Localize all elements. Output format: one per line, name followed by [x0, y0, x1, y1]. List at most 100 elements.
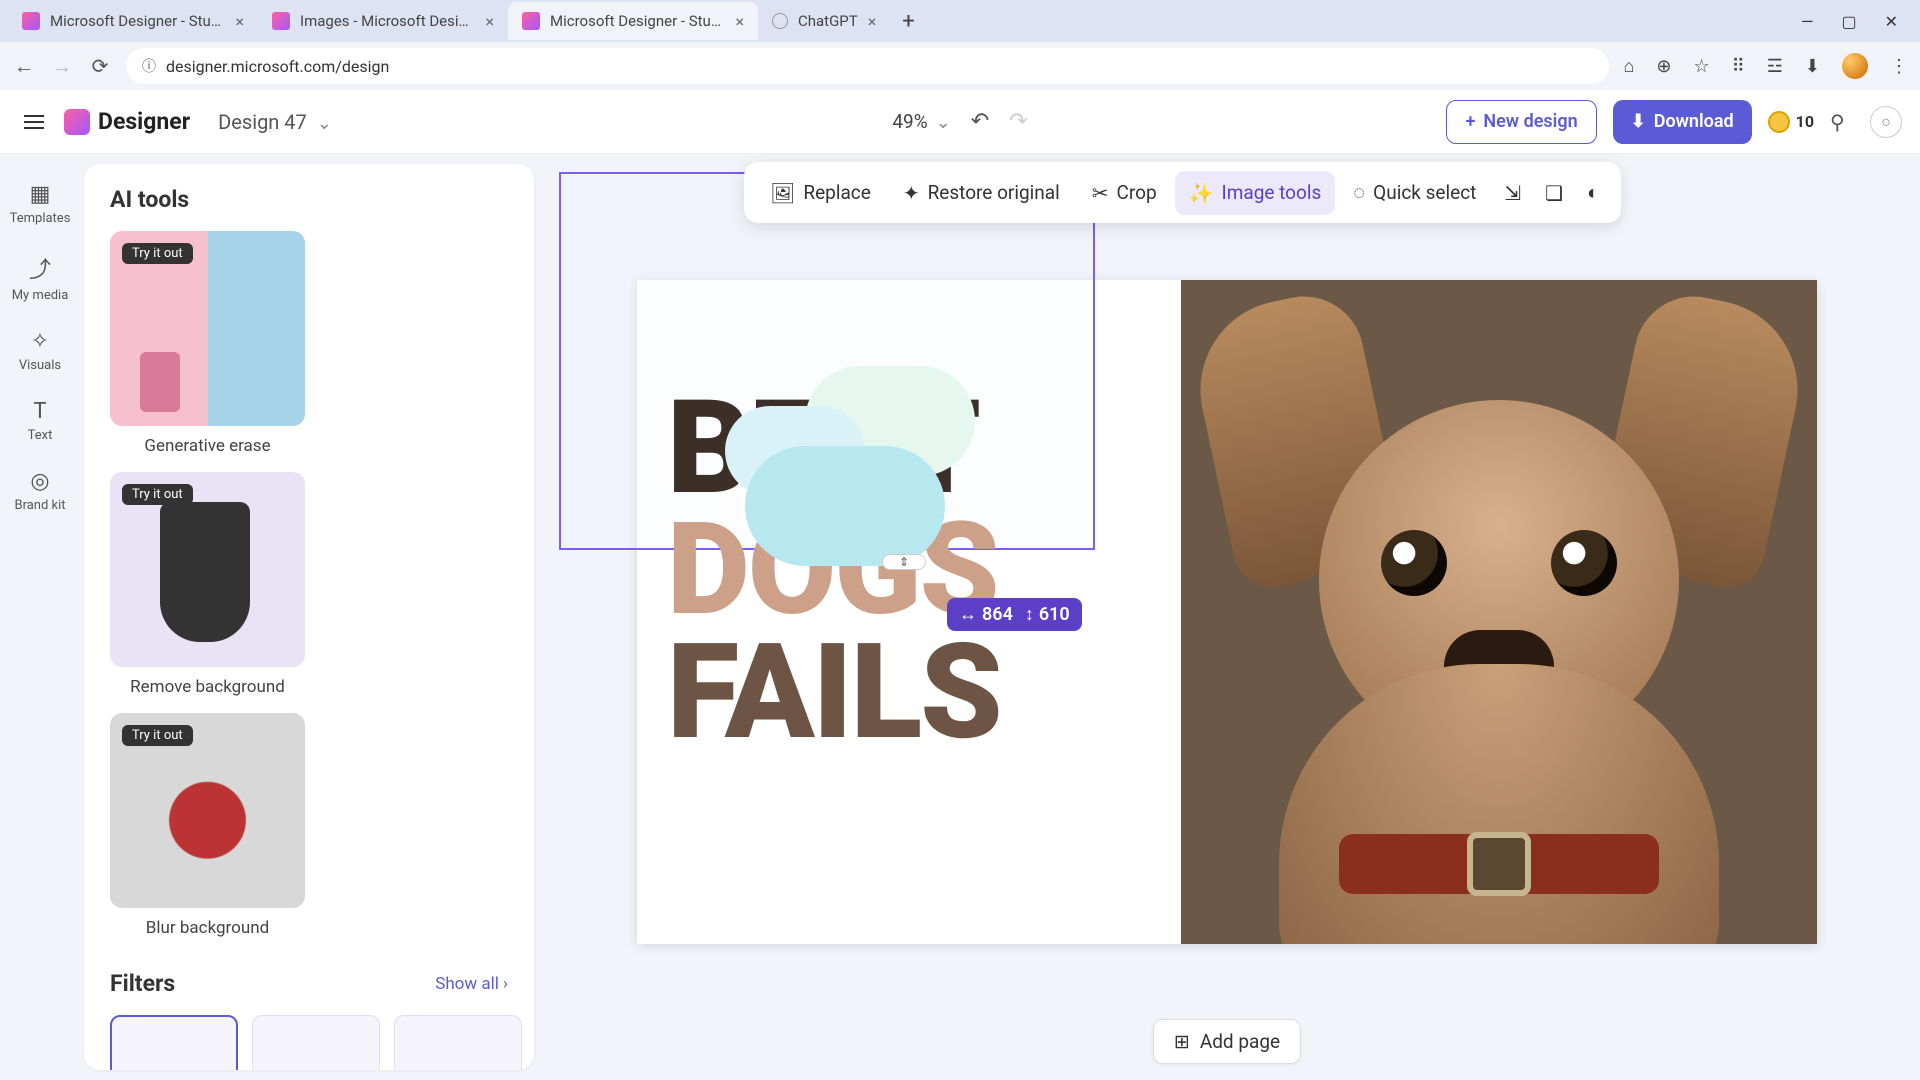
ctx-label: Image tools [1222, 181, 1322, 204]
tool-blur-background[interactable]: Try it out Blur background [110, 713, 305, 938]
ctx-crop-button[interactable]: ✂ Crop [1078, 171, 1171, 215]
coin-icon [1768, 111, 1790, 133]
download-label: Download [1654, 111, 1734, 132]
designer-favicon-icon [272, 12, 290, 30]
logo-mark-icon [64, 109, 90, 135]
artboard-left[interactable]: BEST DOGS FAILS ⇕ ↔864 ↕610 [637, 280, 1181, 944]
account-avatar[interactable]: ○ [1870, 106, 1902, 138]
filters-header: Filters Show all › [110, 970, 508, 997]
zoom-icon[interactable]: ⊕ [1656, 56, 1671, 77]
close-tab-icon[interactable]: × [735, 12, 744, 31]
chevron-down-icon [317, 110, 332, 134]
show-all-label: Show all [435, 974, 499, 994]
zoom-controls: 49% ↶ ↷ [892, 109, 1027, 134]
browser-tab[interactable]: Microsoft Designer - Stunning × [8, 2, 258, 40]
height-value: 610 [1039, 604, 1070, 625]
context-toolbar: 🖼 Replace ✦ Restore original ✂ Crop ✨ Im… [744, 162, 1621, 223]
ctx-label: Crop [1117, 181, 1157, 204]
tab-title: ChatGPT [798, 12, 858, 30]
dog-illustration [1181, 280, 1817, 944]
tool-thumbnail: Try it out [110, 713, 305, 908]
back-icon[interactable]: ← [12, 54, 36, 79]
window-controls: — ▢ ✕ [1801, 12, 1912, 31]
tool-label: Blur background [146, 918, 269, 938]
tool-label: Remove background [130, 677, 285, 697]
visuals-icon: ✧ [31, 329, 49, 354]
flip-icon: ⇲ [1504, 181, 1521, 205]
ctx-opacity-button[interactable]: ◐ [1577, 170, 1609, 215]
menu-button[interactable] [18, 109, 50, 135]
site-info-icon[interactable]: ⓘ [142, 56, 156, 76]
text-line-3[interactable]: FAILS [667, 631, 1001, 756]
design-name: Design 47 [218, 110, 307, 134]
browser-tab-active[interactable]: Microsoft Designer - Stunning × [508, 2, 758, 40]
tool-generative-erase[interactable]: Try it out Generative erase [110, 231, 305, 456]
main-area: ▦ Templates ⤴ My media ✧ Visuals T Text … [0, 154, 1920, 1080]
ctx-layer-button[interactable]: ❏ [1535, 171, 1573, 215]
bookmark-icon[interactable]: ☆ [1693, 56, 1709, 77]
rail-visuals[interactable]: ✧ Visuals [0, 319, 80, 383]
profile-avatar[interactable] [1842, 53, 1868, 79]
filter-light[interactable]: Light [252, 1015, 380, 1070]
ctx-image-tools-button[interactable]: ✨ Image tools [1175, 171, 1336, 215]
close-tab-icon[interactable]: × [235, 12, 244, 31]
filter-thumbnail [252, 1015, 380, 1070]
rail-my-media[interactable]: ⤴ My media [0, 242, 80, 313]
share-icon[interactable]: ⚲ [1830, 110, 1854, 134]
downloads-icon[interactable]: ⬇ [1805, 56, 1820, 77]
tool-thumbnail: Try it out [110, 472, 305, 667]
tool-remove-background[interactable]: Try it out Remove background [110, 472, 305, 697]
credits-counter[interactable]: 10 [1768, 111, 1814, 133]
rail-templates[interactable]: ▦ Templates [0, 172, 80, 236]
install-app-icon[interactable]: ⌂ [1623, 56, 1634, 77]
rail-text[interactable]: T Text [0, 389, 80, 453]
undo-button[interactable]: ↶ [971, 109, 989, 134]
close-tab-icon[interactable]: × [868, 12, 877, 31]
ctx-restore-button[interactable]: ✦ Restore original [889, 171, 1074, 215]
minimize-icon[interactable]: — [1801, 12, 1814, 31]
filter-lofi[interactable]: Lofi [394, 1015, 522, 1070]
add-page-bar: ⊞ Add page [1153, 1019, 1301, 1064]
filter-thumbnail [394, 1015, 522, 1070]
close-tab-icon[interactable]: × [485, 12, 494, 31]
ctx-replace-button[interactable]: 🖼 Replace [756, 171, 885, 215]
browser-tab[interactable]: ChatGPT × [758, 2, 890, 40]
show-all-filters-link[interactable]: Show all › [435, 974, 508, 994]
filter-normal[interactable]: Normal [110, 1015, 238, 1070]
add-page-button[interactable]: ⊞ Add page [1153, 1019, 1301, 1064]
close-window-icon[interactable]: ✕ [1885, 12, 1898, 31]
app-logo[interactable]: Designer [64, 108, 190, 135]
opacity-icon: ◐ [1587, 180, 1599, 205]
extensions-icon[interactable]: ⠿ [1732, 56, 1745, 77]
maximize-icon[interactable]: ▢ [1841, 12, 1856, 31]
browser-tab[interactable]: Images - Microsoft Designer × [258, 2, 508, 40]
ctx-quick-select-button[interactable]: ◌ Quick select [1339, 170, 1490, 215]
url-input[interactable]: ⓘ designer.microsoft.com/design [126, 48, 1609, 84]
reload-icon[interactable]: ⟳ [88, 54, 112, 78]
new-tab-button[interactable]: + [890, 9, 926, 34]
credits-value: 10 [1796, 112, 1814, 131]
ctx-flip-button[interactable]: ⇲ [1494, 171, 1531, 215]
new-design-button[interactable]: + New design [1446, 100, 1596, 144]
reading-list-icon[interactable]: ☲ [1767, 56, 1783, 77]
zoom-dropdown[interactable]: 49% [892, 110, 950, 133]
rail-label: Templates [10, 211, 71, 226]
canvas-area[interactable]: 🖼 Replace ✦ Restore original ✂ Crop ✨ Im… [534, 154, 1920, 1080]
select-icon: ◌ [1353, 180, 1365, 205]
download-button[interactable]: ⬇ Download [1613, 100, 1752, 144]
new-design-label: New design [1483, 111, 1577, 132]
chevron-down-icon [936, 110, 951, 133]
browser-actions: ⌂ ⊕ ☆ ⠿ ☲ ⬇ ⋮ [1623, 53, 1908, 79]
design-name-dropdown[interactable]: Design 47 [218, 110, 332, 134]
resize-handle-vertical[interactable]: ⇕ [882, 554, 926, 570]
artboard[interactable]: BEST DOGS FAILS ⇕ ↔864 ↕610 [637, 280, 1817, 944]
browser-menu-icon[interactable]: ⋮ [1890, 56, 1908, 77]
plus-square-icon: ⊞ [1174, 1030, 1190, 1053]
cloud-graphic[interactable] [715, 336, 1015, 536]
rail-brand-kit[interactable]: ◎ Brand kit [0, 459, 80, 523]
plus-icon: + [1465, 111, 1475, 132]
try-badge: Try it out [122, 725, 193, 746]
tool-thumbnail: Try it out [110, 231, 305, 426]
artboard-right-dog-image[interactable] [1181, 280, 1817, 944]
filters-heading: Filters [110, 970, 175, 997]
